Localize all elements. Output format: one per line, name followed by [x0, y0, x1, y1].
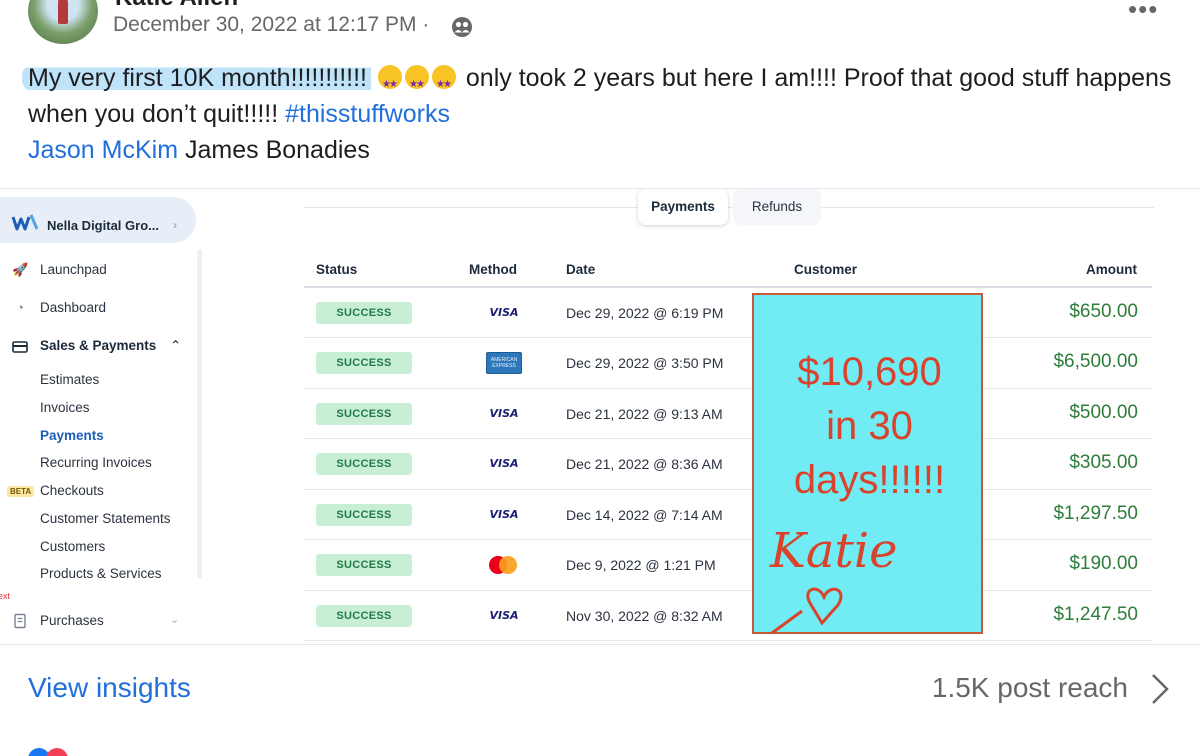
tabs-divider — [304, 207, 1154, 208]
beta-badge: BETA — [7, 486, 35, 497]
sidebar-item-recurring-invoices[interactable]: Recurring Invoices — [40, 455, 152, 470]
row-divider — [304, 590, 1152, 591]
highlighted-text: My very first 10K month!!!!!!!!!!! — [22, 64, 371, 92]
chevron-right-icon: › — [173, 218, 177, 232]
chevron-right-icon[interactable] — [1150, 672, 1170, 706]
visa-icon: VISA — [489, 508, 519, 521]
sidebar-item-products-services[interactable]: Products & Services — [40, 566, 162, 581]
status-badge: SUCCESS — [316, 403, 412, 425]
row-divider — [304, 539, 1152, 540]
column-header-status[interactable]: Status — [316, 262, 357, 277]
payment-amount: $305.00 — [1069, 452, 1138, 473]
post-reach[interactable]: 1.5K post reach — [932, 672, 1128, 704]
mastercard-icon — [485, 554, 523, 576]
footer-divider — [0, 644, 1200, 645]
payment-date: Dec 29, 2022 @ 3:50 PM — [566, 355, 724, 371]
status-badge: SUCCESS — [316, 352, 412, 374]
sidebar-item-customer-statements[interactable]: Customer Statements — [40, 511, 171, 526]
business-switcher[interactable]: Nella Digital Gro... › — [0, 197, 196, 243]
chevron-up-icon[interactable]: ⌃ — [170, 338, 181, 354]
reaction-icons[interactable] — [28, 748, 98, 756]
sidebar-scrollbar[interactable] — [197, 249, 202, 579]
payment-amount: $650.00 — [1069, 301, 1138, 322]
payment-amount: $1,297.50 — [1053, 503, 1138, 524]
column-header-customer[interactable]: Customer — [794, 262, 857, 277]
more-options-icon[interactable]: ••• — [1128, 0, 1158, 25]
visa-icon: VISA — [489, 407, 519, 420]
payment-amount: $6,500.00 — [1053, 351, 1138, 372]
note-line-2: in 30 — [826, 404, 913, 448]
sidebar-item-customers[interactable]: Customers — [40, 539, 105, 554]
sidebar-item-purchases[interactable]: Purchases — [40, 613, 104, 628]
friends-audience-icon[interactable] — [451, 16, 473, 38]
payment-date: Dec 14, 2022 @ 7:14 AM — [566, 507, 723, 523]
handwritten-note: $10,690 in 30 days!!!!!! Katie — [752, 293, 985, 635]
row-divider — [304, 640, 1152, 641]
post-timestamp[interactable]: December 30, 2022 at 12:17 PM · — [113, 13, 429, 37]
payment-amount: $1,247.50 — [1053, 604, 1138, 625]
author-avatar[interactable] — [28, 0, 98, 44]
author-name[interactable]: Katie Allen — [115, 0, 238, 12]
visa-icon: VISA — [489, 306, 519, 319]
business-name: Nella Digital Gro... — [47, 218, 159, 233]
sidebar-item-invoices[interactable]: Invoices — [40, 400, 90, 415]
card-icon — [12, 341, 28, 353]
rocket-icon: 🚀 — [12, 262, 29, 277]
table-header-rule — [304, 286, 1152, 288]
status-badge: SUCCESS — [316, 605, 412, 627]
payment-date: Dec 21, 2022 @ 8:36 AM — [566, 456, 723, 472]
column-header-method[interactable]: Method — [469, 262, 517, 277]
note-amount: $10,690 — [797, 350, 942, 394]
post-text: My very first 10K month!!!!!!!!!!! only … — [22, 60, 1188, 168]
hashtag-link[interactable]: #thisstuffworks — [285, 100, 450, 128]
sidebar-item-sales-payments[interactable]: Sales & Payments — [40, 338, 156, 353]
payment-date: Dec 21, 2022 @ 9:13 AM — [566, 406, 723, 422]
row-divider — [304, 337, 1152, 338]
gauge-icon: ◔ — [16, 300, 24, 315]
star-struck-emoji-icon — [404, 65, 429, 103]
amex-icon: AMERICAN EXPRESS — [486, 352, 522, 374]
note-text: $10,690 in 30 days!!!!!! — [754, 345, 985, 507]
status-badge: SUCCESS — [316, 504, 412, 526]
sidebar-item-dashboard[interactable]: Dashboard — [40, 300, 106, 315]
amex-label: AMERICAN EXPRESS — [490, 357, 518, 369]
tagged-person-link[interactable]: Jason McKim — [28, 136, 178, 164]
visa-icon: VISA — [489, 609, 519, 622]
receipt-icon — [14, 613, 26, 629]
sidebar-item-checkouts[interactable]: Checkouts — [40, 483, 104, 498]
sidebar-item-launchpad[interactable]: Launchpad — [40, 262, 107, 277]
wave-logo-icon — [11, 214, 39, 231]
payment-date: Nov 30, 2022 @ 8:32 AM — [566, 608, 723, 624]
payment-amount: $190.00 — [1069, 553, 1138, 574]
payment-date: Dec 29, 2022 @ 6:19 PM — [566, 305, 724, 321]
payment-amount: $500.00 — [1069, 402, 1138, 423]
column-header-date[interactable]: Date — [566, 262, 595, 277]
sidebar-item-estimates[interactable]: Estimates — [40, 372, 99, 387]
heart-doodle-icon — [771, 587, 843, 635]
row-divider — [304, 489, 1152, 490]
star-struck-emoji-icon — [431, 65, 456, 103]
sidebar-item-payments[interactable]: Payments — [40, 428, 104, 443]
status-badge: SUCCESS — [316, 453, 412, 475]
tagged-person-text[interactable]: James Bonadies — [178, 136, 370, 164]
status-badge: SUCCESS — [316, 554, 412, 576]
column-header-amount[interactable]: Amount — [1086, 262, 1137, 277]
payments-screenshot: Nella Digital Gro... › 🚀 Launchpad ◔ Das… — [0, 188, 1200, 644]
visa-icon: VISA — [489, 457, 519, 470]
cropped-text: ext — [0, 591, 11, 601]
star-struck-emoji-icon — [377, 65, 402, 103]
status-badge: SUCCESS — [316, 302, 412, 324]
tab-refunds[interactable]: Refunds — [733, 189, 821, 225]
view-insights-link[interactable]: View insights — [28, 672, 191, 704]
row-divider — [304, 388, 1152, 389]
note-line-3: days!!!!!! — [793, 458, 946, 502]
payment-date: Dec 9, 2022 @ 1:21 PM — [566, 557, 716, 573]
tab-payments[interactable]: Payments — [638, 189, 728, 225]
avatar-figure — [58, 0, 68, 24]
love-icon — [46, 748, 68, 756]
chevron-down-icon[interactable]: ⌄ — [170, 613, 179, 626]
row-divider — [304, 438, 1152, 439]
